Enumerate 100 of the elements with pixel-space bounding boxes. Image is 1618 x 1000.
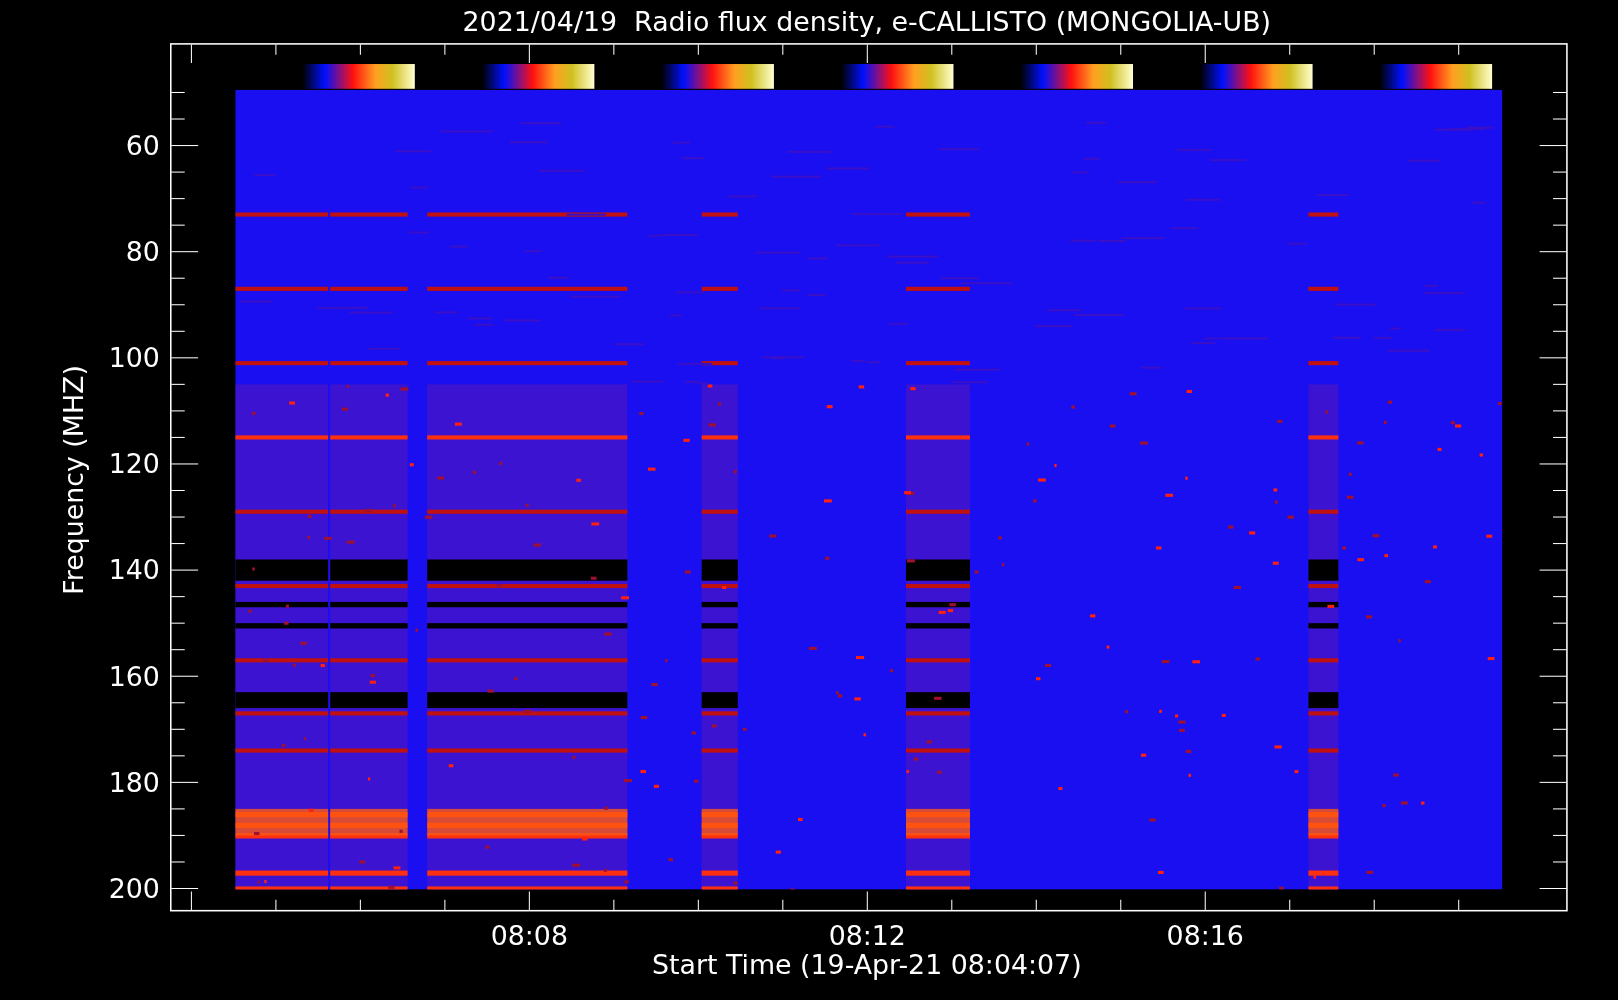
tick-mark — [170, 543, 186, 545]
tick-mark — [782, 899, 784, 911]
tick-mark — [1458, 43, 1460, 56]
tick-mark — [1120, 43, 1122, 56]
x-axis-label: Start Time (19-Apr-21 08:04:07) — [651, 949, 1082, 981]
tick-mark — [170, 808, 186, 810]
tick-mark — [1204, 891, 1206, 911]
tick-mark — [170, 569, 199, 571]
tick-mark — [170, 304, 186, 306]
tick-mark — [1035, 899, 1037, 911]
tick-mark — [1552, 649, 1567, 651]
tick-mark — [170, 357, 199, 359]
tick-mark — [170, 489, 186, 491]
tick-mark — [170, 649, 186, 651]
tick-mark — [1539, 888, 1567, 890]
tick-mark — [528, 891, 530, 911]
tick-mark — [170, 675, 199, 677]
tick-mark — [1552, 91, 1567, 93]
y-tick-label: 180 — [108, 766, 160, 798]
tick-mark — [170, 383, 186, 385]
tick-mark — [170, 251, 199, 253]
y-tick-label: 100 — [108, 342, 160, 374]
x-tick-label: 08:16 — [1166, 920, 1244, 952]
tick-mark — [170, 224, 186, 226]
y-tick-label: 80 — [125, 235, 160, 267]
tick-mark — [1539, 145, 1567, 147]
tick-mark — [1552, 861, 1567, 863]
tick-mark — [170, 596, 186, 598]
tick-mark — [170, 781, 199, 783]
tick-mark — [1552, 516, 1567, 518]
tick-mark — [1552, 543, 1567, 545]
tick-mark — [1552, 702, 1567, 704]
tick-mark — [275, 43, 277, 56]
tick-mark — [170, 622, 186, 624]
tick-mark — [1552, 489, 1567, 491]
tick-mark — [170, 91, 186, 93]
tick-mark — [170, 198, 186, 200]
tick-mark — [170, 702, 186, 704]
tick-mark — [1552, 118, 1567, 120]
tick-mark — [1552, 755, 1567, 757]
x-tick-label: 08:12 — [828, 920, 906, 952]
tick-mark — [1289, 43, 1291, 56]
tick-mark — [613, 43, 615, 56]
tick-mark — [1552, 834, 1567, 836]
tick-mark — [170, 834, 186, 836]
tick-mark — [613, 899, 615, 911]
tick-mark — [170, 330, 186, 332]
tick-mark — [444, 899, 446, 911]
tick-mark — [1204, 43, 1206, 64]
tick-mark — [1458, 899, 1460, 911]
tick-mark — [359, 899, 361, 911]
y-tick-label: 160 — [108, 660, 160, 692]
tick-mark — [170, 861, 186, 863]
y-tick-label: 140 — [108, 554, 160, 586]
tick-mark — [1289, 899, 1291, 911]
tick-mark — [170, 171, 186, 173]
tick-mark — [866, 891, 868, 911]
tick-mark — [1552, 277, 1567, 279]
tick-mark — [170, 516, 186, 518]
tick-mark — [1120, 899, 1122, 911]
tick-mark — [170, 410, 186, 412]
tick-mark — [782, 43, 784, 56]
tick-mark — [1552, 436, 1567, 438]
tick-mark — [1539, 675, 1567, 677]
tick-mark — [1552, 410, 1567, 412]
tick-mark — [866, 43, 868, 64]
tick-mark — [1035, 43, 1037, 56]
tick-mark — [1373, 899, 1375, 911]
tick-mark — [1539, 569, 1567, 571]
chart-title: 2021/04/19 Radio flux density, e-CALLISTO (MONGOLIA-UB) — [462, 6, 1272, 37]
x-tick-label: 08:08 — [490, 920, 568, 952]
tick-mark — [170, 463, 199, 465]
tick-mark — [1552, 198, 1567, 200]
tick-mark — [170, 277, 186, 279]
tick-mark — [697, 899, 699, 911]
tick-mark — [1552, 330, 1567, 332]
tick-mark — [359, 43, 361, 56]
y-tick-label: 120 — [108, 448, 160, 480]
tick-mark — [1552, 622, 1567, 624]
tick-mark — [170, 755, 186, 757]
tick-mark — [1373, 43, 1375, 56]
tick-mark — [951, 43, 953, 56]
tick-mark — [275, 899, 277, 911]
tick-mark — [1552, 596, 1567, 598]
tick-mark — [170, 118, 186, 120]
tick-mark — [1552, 304, 1567, 306]
y-axis-label: Frequency (MHZ) — [57, 365, 89, 595]
tick-mark — [1552, 171, 1567, 173]
tick-mark — [697, 43, 699, 56]
tick-mark — [170, 436, 186, 438]
tick-mark — [170, 145, 199, 147]
tick-mark — [1539, 781, 1567, 783]
tick-mark — [1552, 224, 1567, 226]
tick-mark — [951, 899, 953, 911]
tick-mark — [170, 728, 186, 730]
tick-mark — [1539, 251, 1567, 253]
tick-mark — [1552, 808, 1567, 810]
tick-mark — [1552, 383, 1567, 385]
tick-mark — [190, 43, 192, 64]
tick-mark — [444, 43, 446, 56]
